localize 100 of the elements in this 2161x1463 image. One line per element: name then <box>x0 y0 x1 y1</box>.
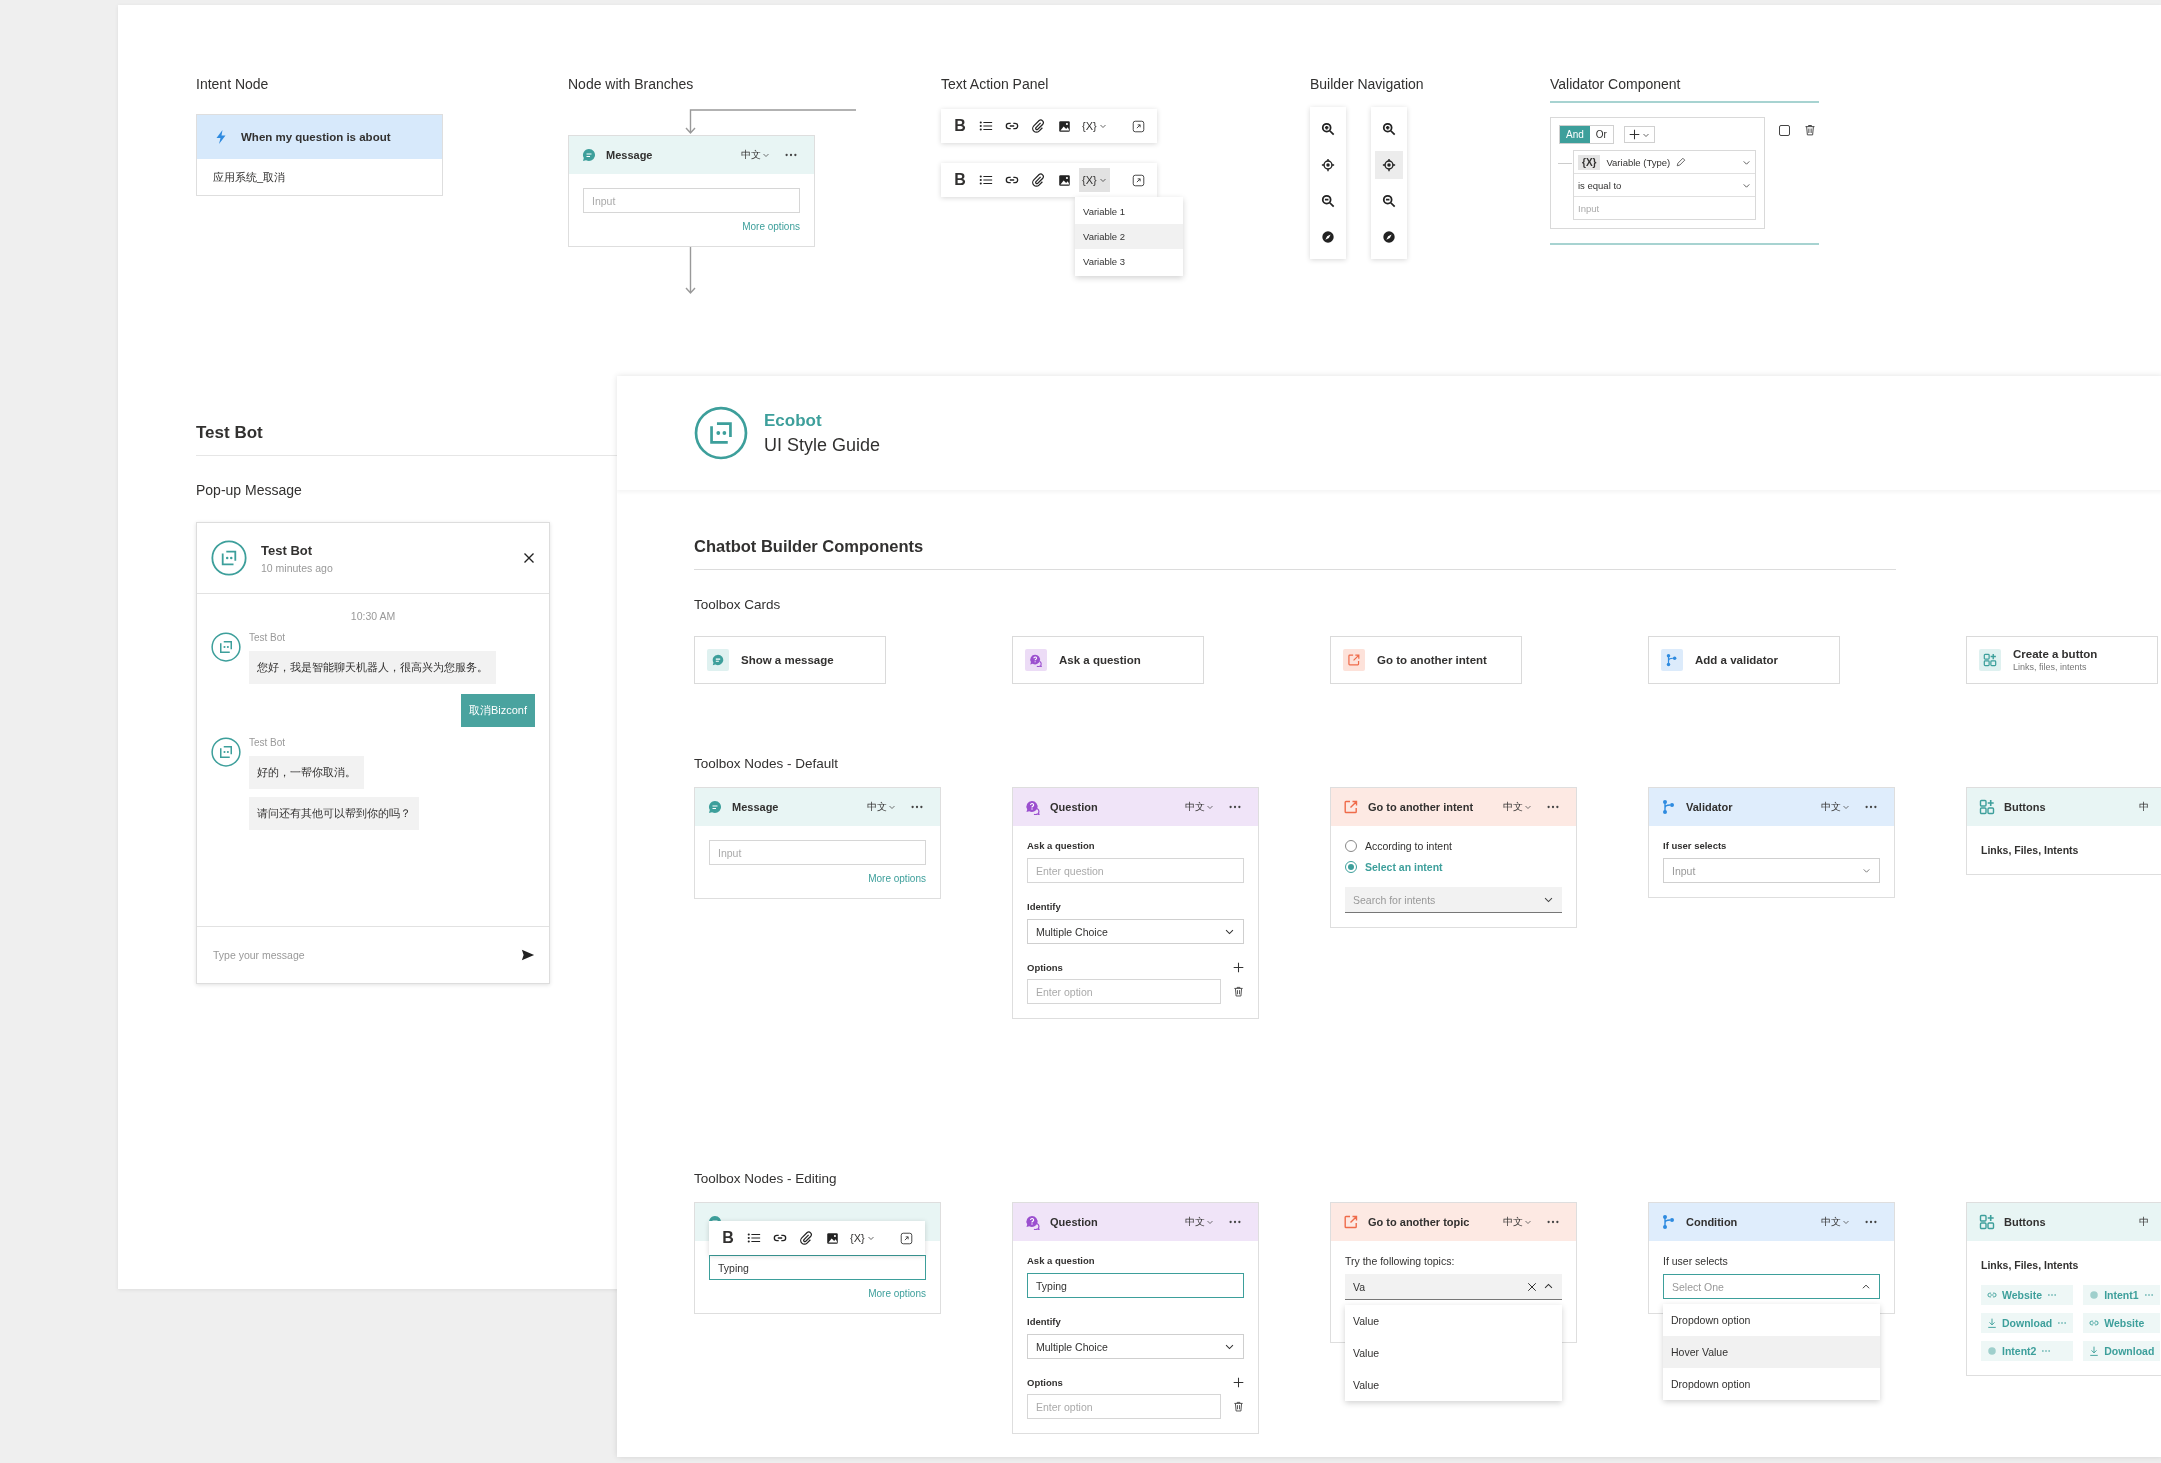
plus-icon <box>1628 129 1640 140</box>
select-field[interactable]: Select One <box>1672 1275 1855 1298</box>
delete-button[interactable] <box>1804 124 1816 136</box>
connector-arrow <box>685 247 696 295</box>
pencil-icon <box>1676 157 1687 167</box>
language-dropdown[interactable]: 中文 <box>1503 800 1539 814</box>
chevron-down-icon <box>1098 176 1107 184</box>
language-dropdown[interactable]: 中文 <box>741 148 777 162</box>
grid-plus-icon <box>1983 653 1997 667</box>
message-input[interactable]: Input <box>583 188 800 213</box>
toolbox-card[interactable]: Show a message <box>694 636 886 684</box>
topic-search-field[interactable]: Va <box>1353 1275 1521 1298</box>
bold-button[interactable]: B <box>949 168 971 192</box>
variable-button[interactable]: {X} <box>847 1226 878 1250</box>
bot-logo-icon <box>694 406 748 460</box>
chip-label: Intent2 <box>2002 1345 2037 1357</box>
message-input[interactable]: Typing <box>709 1255 926 1280</box>
intent-search-box[interactable]: Search for intents <box>1345 887 1562 913</box>
language-dropdown[interactable]: 中 <box>2139 800 2161 814</box>
select-box[interactable]: Select One <box>1663 1274 1880 1299</box>
zoom-out-icon <box>1321 194 1335 208</box>
image-icon <box>825 1231 839 1245</box>
dot-icon <box>1987 1346 1997 1356</box>
variable-select[interactable]: {X} Variable (Type) <box>1574 151 1755 174</box>
target-button[interactable] <box>1375 151 1403 179</box>
checkbox[interactable] <box>1779 125 1790 136</box>
paperclip-icon <box>799 1231 813 1245</box>
chip-label: Website <box>2002 1289 2043 1301</box>
clear-button[interactable] <box>1527 1281 1537 1292</box>
language-dropdown[interactable]: 中文 <box>1185 800 1221 814</box>
result-item[interactable]: Value <box>1345 1305 1562 1337</box>
result-item[interactable]: Value <box>1345 1337 1562 1369</box>
logic-toggle[interactable]: Or <box>1589 126 1613 143</box>
message-input[interactable]: Input <box>709 840 926 865</box>
identify-dropdown[interactable]: Multiple Choice <box>1027 919 1244 944</box>
chevron-down-icon <box>1842 1218 1850 1226</box>
node-title: Question <box>1050 1216 1099 1228</box>
send-button[interactable] <box>521 948 535 962</box>
dropdown-option[interactable]: Hover Value <box>1663 1336 1880 1368</box>
chat-bubble: 取消Bizconf <box>460 694 535 727</box>
section-label: Pop-up Message <box>196 482 303 498</box>
variable-item[interactable]: Variable 3 <box>1075 249 1183 274</box>
field-label: Identify <box>1027 1316 1062 1327</box>
option-input[interactable]: Enter option <box>1027 1394 1221 1419</box>
toolbox-card[interactable]: Ask a question <box>1012 636 1204 684</box>
dropdown-option[interactable]: Dropdown option <box>1663 1368 1880 1400</box>
chevron-down-icon <box>1524 1218 1532 1226</box>
language-dropdown[interactable]: 中文 <box>867 800 903 814</box>
variable-button[interactable]: {X} <box>1079 114 1110 138</box>
bold-button[interactable]: B <box>949 114 971 138</box>
add-option-button[interactable] <box>1233 1377 1244 1388</box>
option-input[interactable]: Enter option <box>1027 979 1221 1004</box>
select-field[interactable]: Input <box>1672 859 1856 882</box>
language-dropdown[interactable]: 中文 <box>1821 1215 1857 1229</box>
field-label: Options <box>1027 962 1063 973</box>
delete-button[interactable] <box>1233 986 1244 997</box>
question-bubble-icon <box>1025 1214 1041 1230</box>
select-box[interactable]: Input <box>1663 858 1880 883</box>
close-button[interactable] <box>523 552 535 564</box>
branch-icon <box>1665 653 1679 667</box>
section-label: Validator Component <box>1550 75 1681 93</box>
chat-bubble: 您好，我是智能聊天机器人，很高兴为您服务。 <box>249 651 496 684</box>
paperclip-icon <box>1031 173 1045 187</box>
variable-item[interactable]: Variable 1 <box>1075 199 1183 224</box>
operator-select[interactable]: is equal to <box>1574 174 1755 197</box>
variable-item[interactable]: Variable 2 <box>1075 224 1183 249</box>
card-title: Ask a question <box>1059 654 1141 666</box>
variable-button[interactable]: {X} <box>1079 168 1110 192</box>
node-title: Validator <box>1686 801 1734 813</box>
question-input[interactable]: Typing <box>1027 1273 1244 1298</box>
intent-search-field[interactable]: Search for intents <box>1353 888 1537 911</box>
add-button[interactable] <box>1623 126 1655 143</box>
branch-icon <box>1661 1214 1677 1230</box>
language-dropdown[interactable]: 中文 <box>1185 1215 1221 1229</box>
link-icon <box>1987 1290 1997 1300</box>
delete-button[interactable] <box>1233 1401 1244 1412</box>
send-icon <box>521 948 535 962</box>
value-input[interactable]: Input <box>1578 198 1751 218</box>
intent-value: 应用系统_取消 <box>213 169 286 185</box>
download-icon <box>1987 1318 1997 1328</box>
dropdown-option[interactable]: Dropdown option <box>1663 1304 1880 1336</box>
bold-button[interactable]: B <box>717 1226 739 1250</box>
topic-search-box[interactable]: Va <box>1345 1274 1562 1300</box>
section-label: Text Action Panel <box>941 75 1049 93</box>
language-dropdown[interactable]: 中文 <box>1503 1215 1539 1229</box>
language-dropdown[interactable]: 中 <box>2139 1215 2161 1229</box>
add-option-button[interactable] <box>1233 962 1244 973</box>
toolbox-card[interactable]: Go to another intent <box>1330 636 1522 684</box>
card-title: Add a validator <box>1695 654 1779 666</box>
language-dropdown[interactable]: 中文 <box>1821 800 1857 814</box>
radio-option[interactable]: According to intent <box>1345 840 1562 852</box>
identify-dropdown[interactable]: Multiple Choice <box>1027 1334 1244 1359</box>
trash-icon <box>1233 1401 1244 1412</box>
trash-icon <box>1233 986 1244 997</box>
result-item[interactable]: Value <box>1345 1369 1562 1401</box>
sender-name: Test Bot <box>249 737 286 748</box>
node-title: Message <box>732 801 780 813</box>
toolbox-card[interactable]: Add a validator <box>1648 636 1840 684</box>
toolbox-card[interactable]: Create a button Links, files, intents <box>1966 636 2158 684</box>
question-input[interactable]: Enter question <box>1027 858 1244 883</box>
